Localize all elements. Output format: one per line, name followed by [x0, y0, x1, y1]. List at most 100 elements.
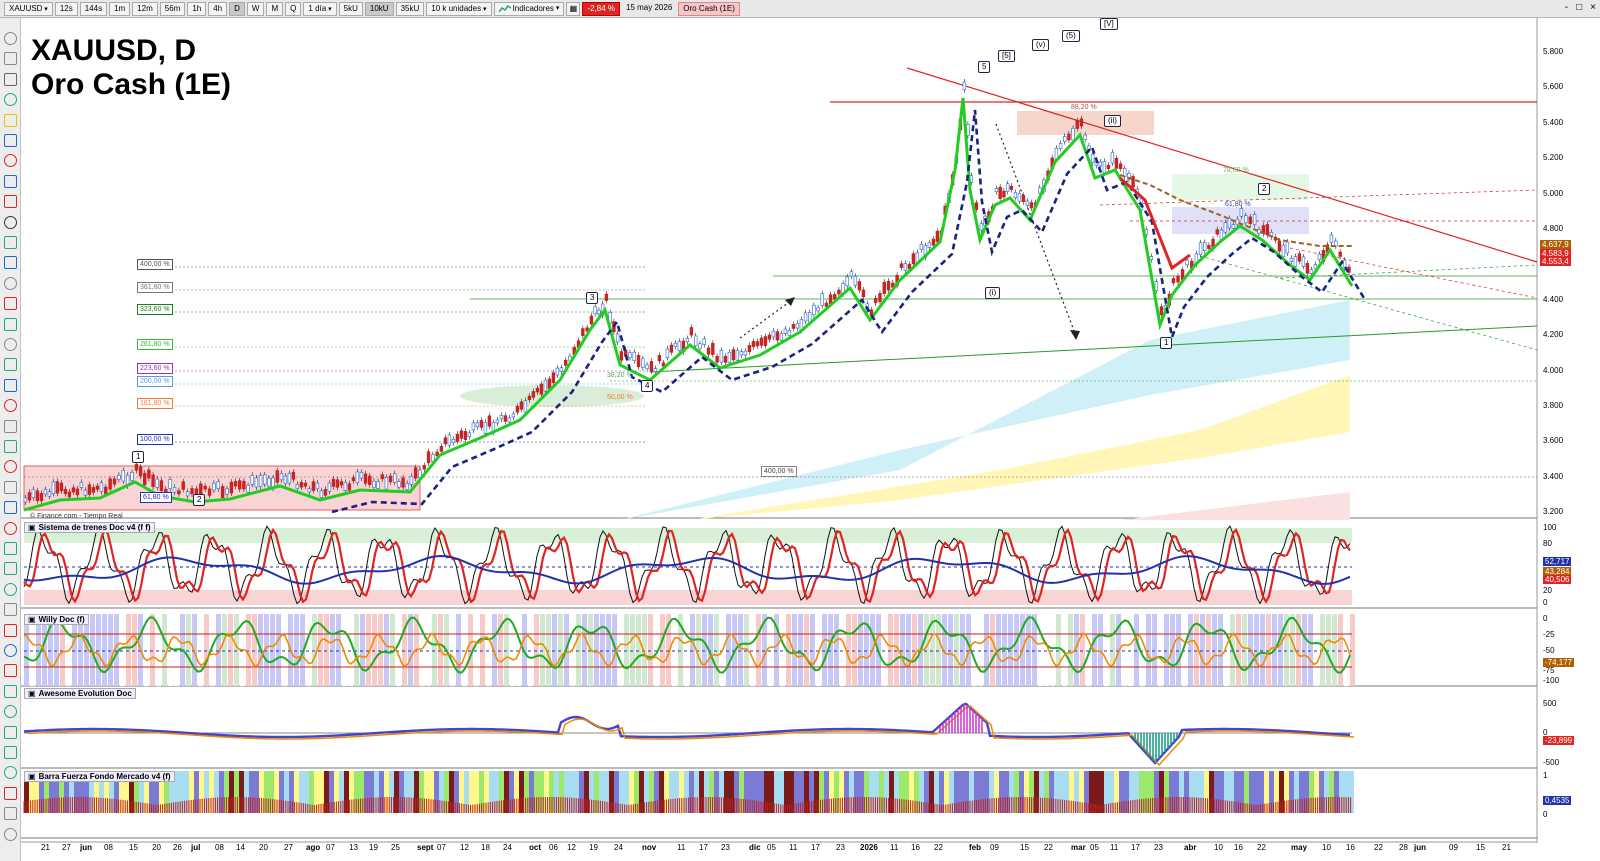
line-icon[interactable] — [4, 603, 17, 617]
interval-button[interactable]: 1h — [187, 1, 207, 16]
interval-button[interactable]: 56m — [159, 1, 186, 16]
thumb-icon[interactable] — [4, 746, 17, 759]
pane-label-awesome[interactable]: ▣ Awesome Evolution Doc — [24, 688, 136, 699]
pane-close-icon[interactable]: ▣ — [28, 689, 36, 698]
volume-button[interactable]: 10kU — [364, 1, 394, 16]
interval-button[interactable]: 12m — [132, 1, 158, 16]
check-icon[interactable] — [4, 562, 17, 576]
drawing-toolbar — [0, 18, 21, 861]
candle-body — [185, 491, 190, 497]
lightbulb-icon[interactable] — [4, 113, 17, 127]
line-icon[interactable] — [4, 582, 17, 596]
candle-body — [1025, 200, 1030, 206]
interval-button[interactable]: 144s — [79, 1, 108, 16]
arrow-icon[interactable] — [4, 256, 17, 270]
chart-canvas[interactable] — [21, 18, 1539, 843]
eye-icon[interactable] — [4, 725, 17, 739]
candle-body — [283, 475, 288, 484]
period-selector[interactable]: 1 día — [303, 1, 337, 16]
arc-icon[interactable] — [4, 623, 17, 637]
pin-icon[interactable] — [4, 684, 17, 698]
candle-body — [739, 351, 744, 356]
text-icon[interactable] — [4, 215, 17, 229]
date-label: 15 may 2026 — [626, 2, 673, 12]
vertical-line-icon[interactable] — [4, 338, 17, 351]
willy-bar — [1338, 614, 1343, 686]
candle-body — [1219, 229, 1224, 240]
date-axis-label: jul — [191, 843, 201, 852]
horizontal-line-icon[interactable] — [4, 317, 17, 331]
channel-icon[interactable] — [4, 174, 17, 188]
lock-icon[interactable] — [4, 705, 17, 719]
pane-label-sistema[interactable]: ▣ Sistema de trenes Doc v4 (f f) — [24, 522, 155, 533]
zoom-icon[interactable] — [4, 52, 17, 66]
ray-icon[interactable] — [4, 460, 17, 474]
magnet-icon[interactable] — [4, 93, 17, 107]
fan-icon[interactable] — [4, 480, 17, 494]
ellipse-icon[interactable] — [4, 399, 17, 413]
interval-button[interactable]: 1m — [109, 1, 131, 16]
interval-button[interactable]: 4h — [208, 1, 228, 16]
interval-button[interactable]: 12s — [54, 1, 78, 16]
symbol-selector[interactable]: XAUUSD — [4, 1, 53, 16]
candle-body — [275, 470, 279, 483]
pane-axis-label: 52,717 — [1543, 557, 1572, 566]
pane-axis-label: 0,4535 — [1543, 796, 1572, 805]
candle-body — [67, 491, 72, 498]
pane-label-barra[interactable]: ▣ Barra Fuerza Fondo Mercado v4 (f) — [24, 771, 175, 782]
willy-bar — [1008, 614, 1013, 686]
ruler-icon[interactable] — [4, 440, 17, 453]
interval-button[interactable]: M — [266, 1, 284, 16]
pane-close-icon[interactable]: ▣ — [28, 615, 36, 624]
gann-icon[interactable] — [4, 378, 17, 392]
interval-button[interactable]: D — [229, 1, 245, 16]
close-button[interactable]: × — [1590, 2, 1596, 14]
units-selector[interactable]: 10 k unidades — [426, 1, 492, 16]
date-axis-label: mar — [1071, 843, 1086, 852]
close-icon[interactable] — [4, 786, 17, 800]
willy-bar — [648, 614, 653, 686]
interval-button[interactable]: Q — [285, 1, 302, 16]
text-icon[interactable] — [4, 236, 17, 249]
candle-body — [71, 487, 76, 493]
willy-bar — [798, 614, 803, 686]
pane-label-willy[interactable]: ▣ Willy Doc (f) — [24, 614, 89, 625]
wave-icon[interactable] — [4, 501, 17, 515]
settings-icon[interactable]: ▦ — [566, 1, 581, 16]
candle-body — [238, 480, 242, 490]
pane-close-icon[interactable]: ▣ — [28, 523, 36, 532]
candle-body — [397, 481, 401, 488]
cursor-icon[interactable] — [4, 32, 17, 45]
date-axis-label: 05 — [767, 843, 776, 852]
pitchfork-icon[interactable] — [4, 358, 17, 372]
chevron-down-icon[interactable] — [4, 807, 17, 821]
fib-tool-icon[interactable] — [4, 134, 17, 147]
wave-count-label: [V] — [1100, 18, 1118, 30]
circle-icon[interactable] — [4, 521, 17, 535]
willy-bar — [984, 614, 989, 686]
interval-button[interactable]: W — [246, 1, 265, 16]
pane-close-icon[interactable]: ▣ — [28, 772, 36, 781]
check-icon[interactable] — [4, 766, 17, 780]
volume-button[interactable]: 5kU — [338, 1, 363, 16]
trendline-icon[interactable] — [4, 154, 17, 168]
wave-count-label: 3 — [586, 292, 599, 304]
rectangle-icon[interactable] — [4, 195, 17, 209]
willy-bar — [582, 614, 587, 686]
maximize-button[interactable]: □ — [1576, 2, 1582, 14]
candle-body — [731, 349, 736, 361]
delete-icon[interactable] — [4, 664, 17, 678]
line-icon[interactable] — [4, 297, 17, 311]
minimize-button[interactable]: - — [1565, 2, 1568, 14]
pencil-icon[interactable] — [4, 419, 17, 433]
settings-icon[interactable] — [4, 827, 17, 841]
zoom-icon[interactable] — [4, 72, 17, 86]
price-axis-label: 4.000 — [1543, 365, 1564, 375]
price-axis-label: 4.200 — [1543, 330, 1564, 340]
brush-icon[interactable] — [4, 644, 17, 657]
volume-button[interactable]: 35kU — [395, 1, 425, 16]
line-icon[interactable] — [4, 276, 17, 290]
indicators-button[interactable]: Indicadores — [493, 1, 565, 16]
candle-body — [138, 466, 143, 477]
curve-icon[interactable] — [4, 542, 17, 555]
